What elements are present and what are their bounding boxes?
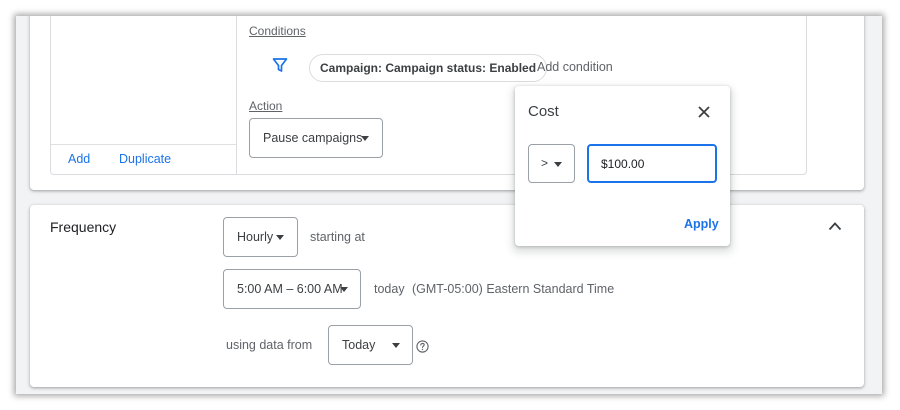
chevron-up-icon[interactable] bbox=[828, 221, 842, 231]
frequency-title: Frequency bbox=[50, 219, 117, 235]
chevron-down-icon bbox=[276, 235, 284, 240]
rule-list-footer: Add Duplicate bbox=[51, 144, 236, 175]
duplicate-button[interactable]: Duplicate bbox=[119, 152, 171, 166]
cost-popup: Cost > Apply bbox=[515, 86, 730, 246]
close-icon[interactable] bbox=[697, 105, 711, 119]
timezone-label: (GMT-05:00) Eastern Standard Time bbox=[412, 282, 615, 296]
chevron-down-icon bbox=[361, 136, 369, 141]
cost-amount-input[interactable] bbox=[587, 144, 717, 183]
operator-value: > bbox=[541, 156, 549, 170]
action-select-value: Pause campaigns bbox=[263, 131, 363, 145]
time-range-value: 5:00 AM – 6:00 AM bbox=[237, 282, 343, 296]
popup-title: Cost bbox=[528, 103, 559, 120]
frequency-interval-select[interactable]: Hourly bbox=[223, 217, 298, 257]
data-range-select[interactable]: Today bbox=[328, 325, 413, 365]
add-condition-button[interactable]: Add condition bbox=[537, 60, 613, 74]
rule-list-column: Add Duplicate bbox=[51, 16, 237, 174]
action-heading: Action bbox=[249, 99, 283, 113]
rule-editor-card: Add Duplicate Conditions Campaign: Campa… bbox=[30, 16, 864, 190]
frequency-interval-value: Hourly bbox=[237, 230, 274, 244]
action-select[interactable]: Pause campaigns bbox=[249, 118, 383, 158]
operator-select[interactable]: > bbox=[528, 144, 575, 183]
window-frame: Add Duplicate Conditions Campaign: Campa… bbox=[16, 16, 882, 394]
frequency-card: Frequency Hourly starting at 5:00 AM – 6… bbox=[30, 205, 864, 387]
starting-at-label: starting at bbox=[310, 230, 365, 244]
data-range-value: Today bbox=[342, 338, 376, 352]
add-button[interactable]: Add bbox=[68, 152, 90, 166]
condition-chip[interactable]: Campaign: Campaign status: Enabled bbox=[309, 54, 548, 82]
using-data-label: using data from bbox=[226, 338, 313, 352]
today-label: today bbox=[374, 282, 405, 296]
chevron-down-icon bbox=[340, 287, 348, 292]
time-range-select[interactable]: 5:00 AM – 6:00 AM bbox=[223, 269, 361, 309]
apply-button[interactable]: Apply bbox=[684, 217, 719, 231]
chevron-down-icon bbox=[554, 161, 562, 167]
funnel-icon[interactable] bbox=[272, 57, 288, 73]
help-icon[interactable] bbox=[416, 340, 429, 353]
conditions-heading: Conditions bbox=[249, 24, 306, 38]
chevron-down-icon bbox=[392, 343, 400, 348]
